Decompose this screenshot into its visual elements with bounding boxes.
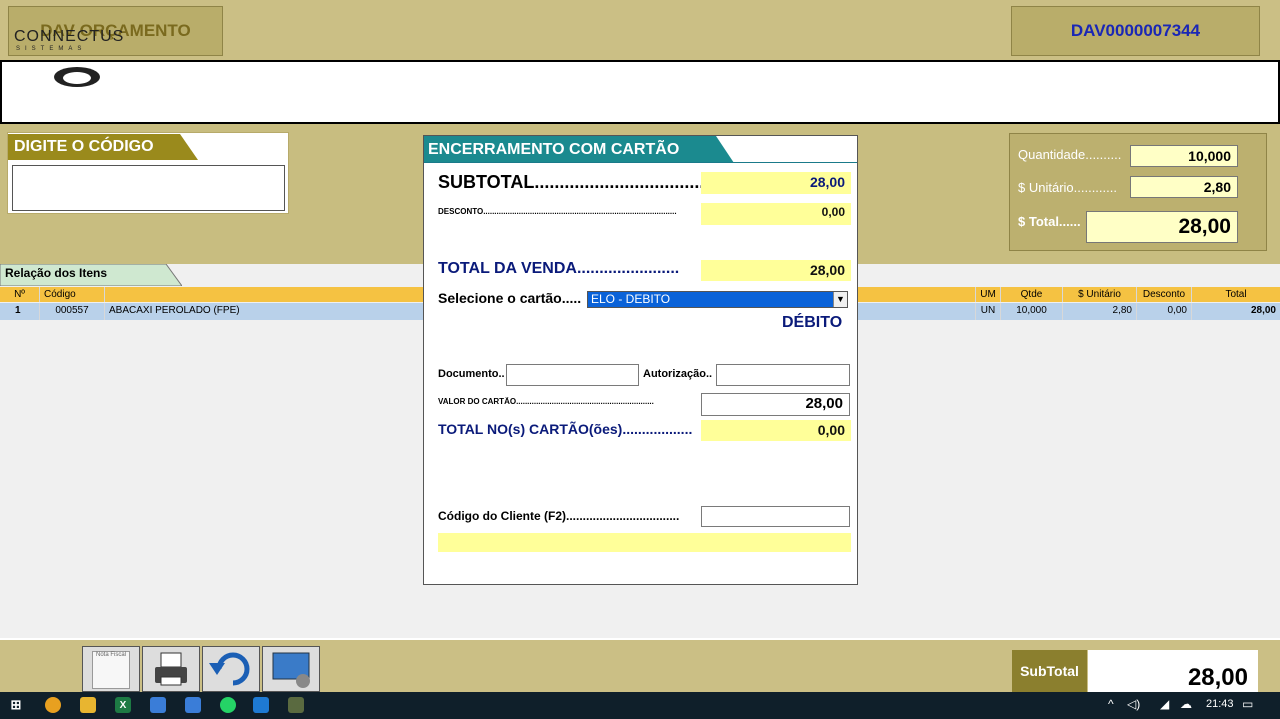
unitario-label: $ Unitário............ (1018, 180, 1117, 195)
subtotal-label: SUBTOTAL................................… (438, 172, 710, 192)
row-um: UN (976, 303, 1001, 320)
col-codigo[interactable]: Código (40, 287, 105, 302)
items-tab-label: Relação dos Itens (5, 266, 108, 280)
col-um[interactable]: UM (976, 287, 1001, 302)
status-bar (438, 533, 851, 552)
col-total[interactable]: Total (1192, 287, 1280, 302)
nota-fiscal-button[interactable]: Nota Fiscal (82, 646, 140, 692)
subtotal-value: 28,00 (1088, 650, 1258, 692)
total-cartoes-label: TOTAL NO(s) CARTÃO(ões).................… (438, 421, 693, 437)
dav-number: DAV0000007344 (1011, 6, 1260, 56)
row-codigo: 000557 (40, 303, 105, 320)
undo-button[interactable] (202, 646, 260, 692)
dialog-divider (424, 162, 857, 163)
subtotal-value: 28,00 (701, 172, 851, 194)
chrome-icon[interactable] (45, 697, 61, 713)
app-icon[interactable] (185, 697, 201, 713)
notifications-icon[interactable]: ▭ (1242, 697, 1253, 711)
col-desconto[interactable]: Desconto (1137, 287, 1192, 302)
file-explorer-icon[interactable] (80, 697, 96, 713)
documento-field[interactable] (506, 364, 639, 386)
unitario-field[interactable]: 2,80 (1130, 176, 1238, 198)
vs-icon[interactable] (150, 697, 166, 713)
quantidade-label: Quantidade.......... (1018, 147, 1122, 162)
dialog-title: ENCERRAMENTO COM CARTÃO (428, 141, 680, 158)
valor-cartao-field[interactable]: 28,00 (701, 393, 850, 416)
row-qtde: 10,000 (1001, 303, 1063, 320)
row-n: 1 (0, 303, 40, 320)
nota-fiscal-icon: Nota Fiscal (92, 651, 130, 689)
desconto-label: DESCONTO................................… (438, 207, 677, 216)
vscode-icon[interactable] (253, 697, 269, 713)
logo-name: CONNECTUS (14, 28, 125, 45)
total-cartoes-value: 0,00 (701, 420, 851, 441)
selecione-cartao-label: Selecione o cartão..... (438, 290, 582, 306)
whatsapp-icon[interactable] (220, 697, 236, 713)
valor-cartao-label: VALOR DO CARTÃO.........................… (438, 397, 654, 406)
total-field: 28,00 (1086, 211, 1238, 243)
autorizacao-field[interactable] (716, 364, 850, 386)
volume-icon[interactable]: ◁) (1127, 697, 1140, 711)
total-venda-label: TOTAL DA VENDA....................... (438, 260, 680, 277)
desconto-value[interactable]: 0,00 (701, 203, 851, 225)
autorizacao-label: Autorização.. (643, 368, 713, 380)
documento-label: Documento.. (438, 368, 505, 380)
print-button[interactable] (142, 646, 200, 692)
quantidade-field[interactable]: 10,000 (1130, 145, 1238, 167)
wifi-icon[interactable]: ◢ (1160, 697, 1169, 711)
onedrive-icon[interactable]: ☁ (1180, 697, 1192, 711)
logo-subtitle: SISTEMAS (16, 46, 87, 52)
pos-app-icon[interactable] (288, 697, 304, 713)
windows-start-icon[interactable]: ⊞ (8, 697, 24, 713)
logo-band (0, 60, 1280, 124)
col-n[interactable]: Nº (0, 287, 40, 302)
card-select[interactable]: ELO - DEBITO (587, 291, 848, 308)
codigo-cliente-label: Código do Cliente (F2)..................… (438, 509, 680, 523)
printer-icon (155, 652, 187, 686)
row-desconto: 0,00 (1137, 303, 1192, 320)
settings-button[interactable] (262, 646, 320, 692)
total-venda-value: 28,00 (701, 260, 851, 281)
code-input[interactable] (12, 165, 285, 211)
chevron-down-icon[interactable]: ▼ (833, 292, 847, 307)
clock[interactable]: 21:43 (1206, 698, 1234, 710)
codigo-cliente-field[interactable] (701, 506, 850, 527)
connectus-logo-icon (54, 67, 100, 87)
total-label: $ Total...... (1018, 214, 1081, 229)
excel-icon[interactable]: X (115, 697, 131, 713)
row-total: 28,00 (1250, 305, 1276, 316)
tray-chevron-icon[interactable]: ^ (1108, 697, 1114, 711)
col-qtde[interactable]: Qtde (1001, 287, 1063, 302)
screen-settings-icon (272, 652, 310, 688)
col-unitario[interactable]: $ Unitário (1063, 287, 1137, 302)
card-type-label: DÉBITO (782, 314, 843, 331)
undo-icon (209, 652, 250, 686)
code-label: DIGITE O CÓDIGO (14, 138, 154, 155)
row-unitario: 2,80 (1063, 303, 1137, 320)
subtotal-label: SubTotal (1012, 650, 1087, 692)
